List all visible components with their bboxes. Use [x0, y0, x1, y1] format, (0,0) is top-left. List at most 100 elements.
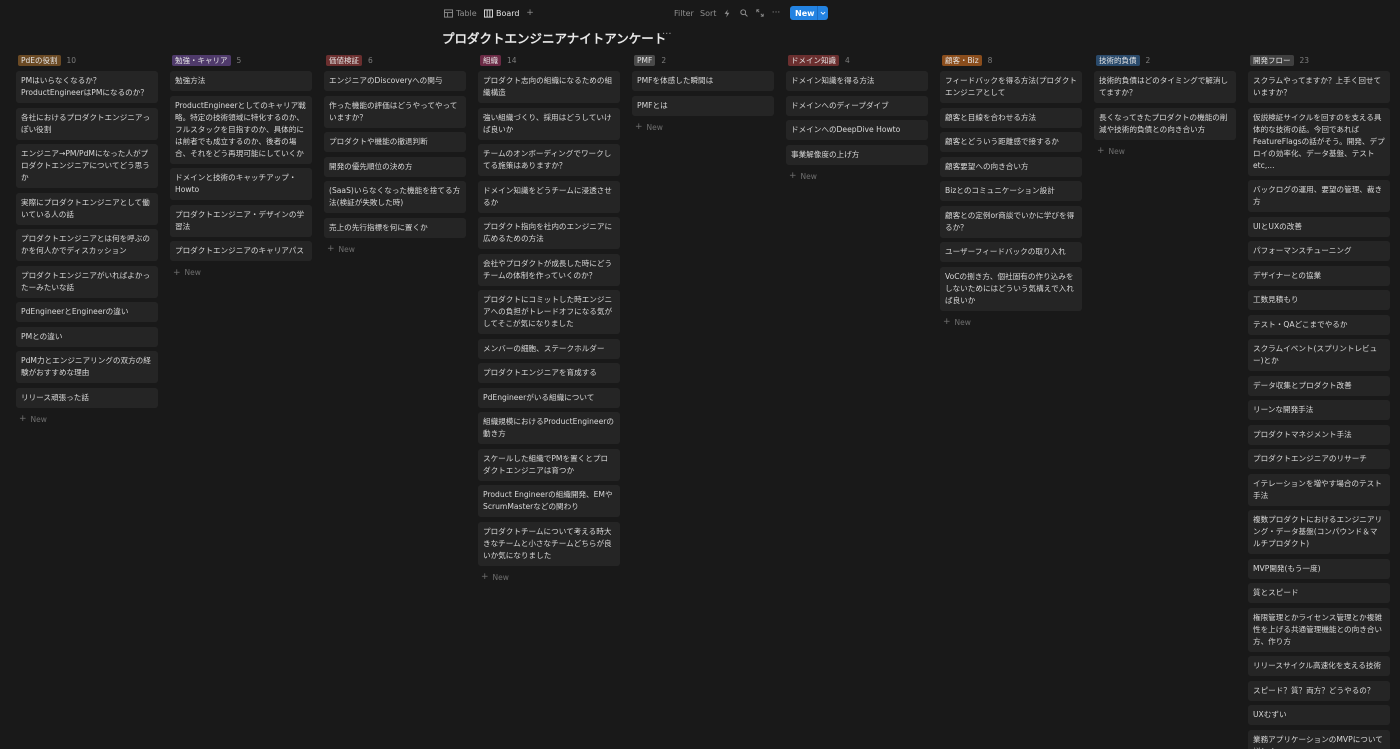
board-card[interactable]: 開発の優先順位の決め方	[324, 156, 466, 177]
add-new-card-button[interactable]: + New	[16, 412, 160, 426]
board-card[interactable]: 権限管理とかライセンス管理とか複雑性を上げる共通管理機能との向き合い方、作り方	[1248, 607, 1390, 652]
board-card[interactable]: パフォーマンスチューニング	[1248, 241, 1390, 261]
board-card[interactable]: PMFとは	[632, 95, 774, 116]
board-card[interactable]: 質とスピード	[1248, 583, 1390, 603]
add-new-card-button[interactable]: + New	[786, 169, 930, 183]
board-card[interactable]: Product Engineerの組織開発、EMやScrumMasterなどの関…	[478, 485, 620, 517]
board-card[interactable]: テスト・QAどこまでやるか	[1248, 314, 1390, 335]
board-card[interactable]: ユーザーフィードバックの取り入れ	[940, 242, 1082, 262]
board-card[interactable]: プロダクトエンジニアを育成する	[478, 363, 620, 383]
board-card[interactable]: チームのオンボーディングでワークしてる施策はありますか？	[478, 144, 620, 176]
column-header[interactable]: 組織 14	[478, 54, 622, 67]
board-card[interactable]: PMFを体感した瞬間は	[632, 71, 774, 91]
new-dropdown-chevron-icon[interactable]	[817, 6, 828, 20]
board-card[interactable]: スケールした組織でPMを置くとプロダクトエンジニアは育つか	[478, 448, 620, 481]
board-card[interactable]: 実際にプロダクトエンジニアとして働いている人の話	[16, 192, 158, 225]
board-card[interactable]: リリース頑張った話	[16, 387, 158, 408]
board-card[interactable]: プロダクトマネジメント手法	[1248, 424, 1390, 445]
more-options-icon[interactable]: ···	[771, 6, 781, 20]
board-card[interactable]: (SaaS)いらなくなった機能を捨てる方法(検証が失敗した時)	[324, 181, 466, 213]
board-card[interactable]: リリースサイクル高速化を支える技術	[1248, 656, 1390, 676]
board-card[interactable]: PdEngineerがいる組織について	[478, 387, 620, 408]
board-card[interactable]: 強い組織づくり、採用はどうしていけば良いか	[478, 107, 620, 140]
add-new-card-button[interactable]: + New	[940, 315, 1084, 329]
column-header[interactable]: 勉強・キャリア 5	[170, 54, 314, 67]
board-card[interactable]: スピード？質？両方？どうやるの？	[1248, 680, 1390, 701]
column-header[interactable]: ドメイン知識 4	[786, 54, 930, 67]
board-card[interactable]: プロダクトエンジニア・デザインの学習法	[170, 204, 312, 237]
board-card[interactable]: スクラムイベント(スプリントレビュー)とか	[1248, 339, 1390, 371]
board-card[interactable]: プロダクトエンジニアのキャリアパス	[170, 241, 312, 261]
board-card[interactable]: 事業解像度の上げ方	[786, 144, 928, 165]
title-more-icon[interactable]: ···	[662, 29, 672, 40]
search-icon[interactable]	[739, 6, 749, 20]
board-card[interactable]: 仮説検証サイクルを回すのを支える具体的な技術の話。今回であればFeatureFl…	[1248, 107, 1390, 176]
board-card[interactable]: プロダクトや機能の撤退判断	[324, 132, 466, 152]
board-card[interactable]: PMはいらなくなるか？ProductEngineerはPMになるのか？	[16, 71, 158, 103]
add-new-card-button[interactable]: + New	[170, 266, 314, 280]
board-card[interactable]: エンジニアのDiscoveryへの関与	[324, 71, 466, 91]
column-header[interactable]: 開発フロー 23	[1248, 54, 1392, 67]
board-card[interactable]: 顧客と目線を合わせる方法	[940, 107, 1082, 128]
board-card[interactable]: バックログの運用、要望の管理、裁き方	[1248, 180, 1390, 212]
add-new-card-button[interactable]: + New	[324, 242, 468, 256]
tab-board[interactable]: Board	[484, 6, 520, 20]
board-card[interactable]: PdEngineerとEngineerの違い	[16, 302, 158, 322]
board-card[interactable]: 技術的負債はどのタイミングで解消してますか？	[1094, 71, 1236, 103]
add-new-card-button[interactable]: + New	[478, 570, 622, 584]
board-card[interactable]: プロダクトエンジニアとは何を呼ぶのかを何人かでディスカッション	[16, 229, 158, 261]
automation-bolt-icon[interactable]	[722, 6, 732, 20]
board-card[interactable]: スクラムやってますか？上手く回せていますか？	[1248, 71, 1390, 103]
board-card[interactable]: ドメイン知識を得る方法	[786, 71, 928, 91]
column-header[interactable]: 技術的負債 2	[1094, 54, 1238, 67]
board-card[interactable]: 組織規模におけるProductEngineerの動き方	[478, 412, 620, 444]
board-card[interactable]: 会社やプロダクトが成長した時にどうチームの体制を作っていくのか？	[478, 253, 620, 286]
board-card[interactable]: データ収集とプロダクト改善	[1248, 375, 1390, 396]
column-header[interactable]: PdEの役割 10	[16, 54, 160, 67]
board-card[interactable]: ProductEngineerとしてのキャリア戦略。特定の技術領域に特化するのか…	[170, 95, 312, 164]
filter-button[interactable]: Filter	[674, 6, 694, 20]
board-card[interactable]: フィードバックを得る方法(プロダクトエンジニアとして	[940, 71, 1082, 103]
board-card[interactable]: 工数見積もり	[1248, 290, 1390, 310]
board-card[interactable]: プロダクトエンジニアがいればよかったーみたいな話	[16, 265, 158, 298]
add-new-card-button[interactable]: + New	[1094, 144, 1238, 158]
board-card[interactable]: Bizとのコミュニケーション設計	[940, 181, 1082, 201]
board-card[interactable]: 顧客とどういう距離感で接するか	[940, 132, 1082, 152]
board-card[interactable]: VoCの捌き方、個社固有の作り込みをしないためにはどういう気構えで入れば良いか	[940, 266, 1082, 311]
column-header[interactable]: PMF 2	[632, 54, 776, 67]
expand-icon[interactable]	[755, 6, 765, 20]
board-card[interactable]: 作った機能の評価はどうやってやっていますか？	[324, 95, 466, 128]
board-card[interactable]: ドメイン知識をどうチームに浸透させるか	[478, 180, 620, 213]
board-card[interactable]: プロダクト志向の組織になるための組織構造	[478, 71, 620, 103]
board-card[interactable]: エンジニア→PM/PdMになった人がプロダクトエンジニアについてどう思うか	[16, 144, 158, 188]
board-card[interactable]: ドメインへのDeepDive Howto	[786, 120, 928, 140]
board-card[interactable]: 複数プロダクトにおけるエンジニアリング・データ基盤(コンパウンド＆マルチプロダク…	[1248, 510, 1390, 554]
board-card[interactable]: 各社におけるプロダクトエンジニアっぽい役割	[16, 107, 158, 140]
board-card[interactable]: リーンな開発手法	[1248, 400, 1390, 420]
board-card[interactable]: 売上の先行指標を何に置くか	[324, 217, 466, 238]
board-card[interactable]: ドメインと技術のキャッチアップ・Howto	[170, 168, 312, 200]
add-view-icon[interactable]: +	[525, 6, 535, 20]
add-new-card-button[interactable]: + New	[632, 120, 776, 134]
board-card[interactable]: MVP開発(もう一度)	[1248, 558, 1390, 579]
board-card[interactable]: PMとの違い	[16, 326, 158, 347]
board-card[interactable]: 勉強方法	[170, 71, 312, 91]
board-card[interactable]: デザイナーとの協業	[1248, 265, 1390, 286]
board-card[interactable]: プロダクトにコミットした時エンジニアへの負担がトレードオフになる気がしてそこが気…	[478, 290, 620, 334]
board-card[interactable]: UXむずい	[1248, 705, 1390, 725]
board-card[interactable]: UIとUXの改善	[1248, 216, 1390, 237]
board-card[interactable]: プロダクトエンジニアのリサーチ	[1248, 449, 1390, 469]
board-card[interactable]: 業務アプリケーションのMVPについて詳しく	[1248, 729, 1390, 749]
board-card[interactable]: メンバーの細胞、ステークホルダー	[478, 338, 620, 359]
board-card[interactable]: プロダクト指向を社内のエンジニアに広めるための方法	[478, 217, 620, 249]
board-card[interactable]: イテレーションを増やす場合のテスト手法	[1248, 473, 1390, 506]
column-header[interactable]: 顧客・Biz 8	[940, 54, 1084, 67]
board-card[interactable]: 顧客要望への向き合い方	[940, 156, 1082, 177]
board-card[interactable]: 長くなってきたプロダクトの機能の削減や技術的負債との向き合い方	[1094, 107, 1236, 140]
board-card[interactable]: 顧客との定例or商談でいかに学びを得るか？	[940, 205, 1082, 238]
tab-table[interactable]: Table	[444, 6, 477, 20]
sort-button[interactable]: Sort	[700, 6, 716, 20]
board-card[interactable]: PdM力とエンジニアリングの双方の経験がおすすめな理由	[16, 351, 158, 383]
board-card[interactable]: プロダクトチームについて考える時大きなチームと小さなチームどちらが良いか気になり…	[478, 521, 620, 566]
column-header[interactable]: 価値検証 6	[324, 54, 468, 67]
